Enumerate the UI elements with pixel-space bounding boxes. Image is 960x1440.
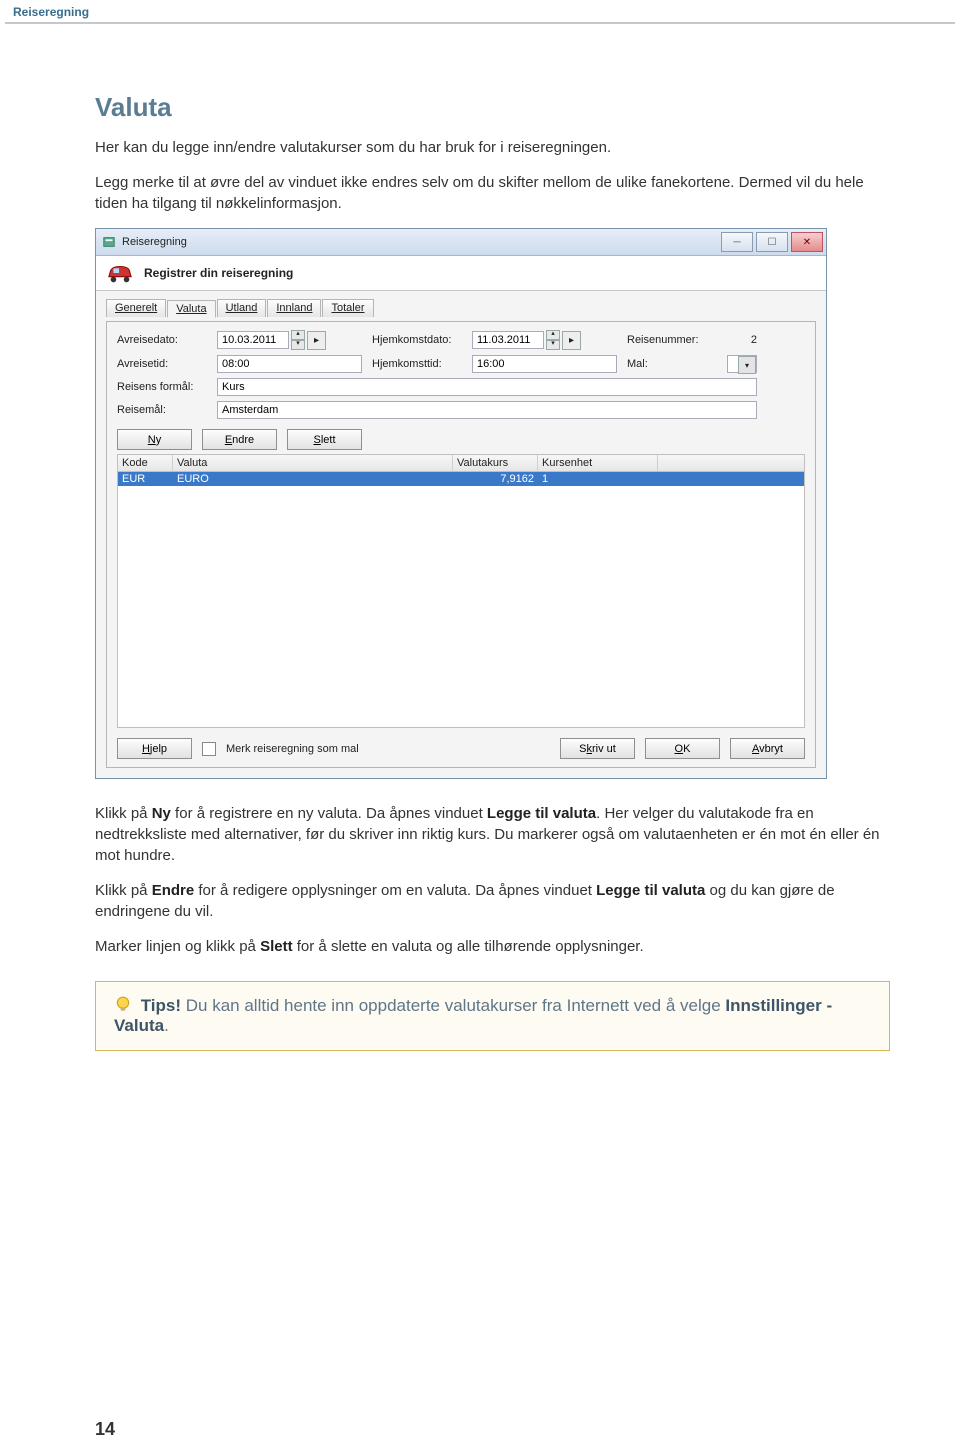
window-title: Reiseregning bbox=[122, 236, 721, 248]
close-button[interactable]: ✕ bbox=[791, 232, 823, 252]
paragraph-ny: Klikk på Ny for å registrere en ny valut… bbox=[95, 803, 890, 866]
avreisetid-label: Avreisetid: bbox=[117, 358, 207, 370]
date-spinner[interactable]: ▴▾ bbox=[291, 330, 305, 350]
mal-checkbox-label[interactable]: Merk reiseregning som mal bbox=[226, 743, 359, 755]
calendar-icon[interactable]: ▸ bbox=[562, 331, 581, 350]
cell-enhet: 1 bbox=[538, 472, 658, 486]
tip-text: Du kan alltid hente inn oppdaterte valut… bbox=[181, 996, 725, 1015]
window-header-title: Registrer din reiseregning bbox=[144, 266, 293, 280]
ny-button[interactable]: Ny bbox=[117, 429, 192, 450]
tip-label: Tips! bbox=[141, 996, 181, 1015]
page-number: 14 bbox=[95, 1419, 115, 1440]
reisemal-input[interactable] bbox=[217, 401, 757, 419]
reisemal-label: Reisemål: bbox=[117, 404, 207, 416]
col-valutakurs[interactable]: Valutakurs bbox=[453, 455, 538, 471]
tab-utland[interactable]: Utland bbox=[217, 299, 267, 317]
lightbulb-icon bbox=[114, 996, 132, 1014]
grid-row[interactable]: EUR EURO 7,9162 1 bbox=[118, 472, 804, 486]
formal-label: Reisens formål: bbox=[117, 381, 207, 393]
hjemkomstdato-label: Hjemkomstdato: bbox=[372, 334, 462, 346]
window-header: Registrer din reiseregning bbox=[96, 256, 826, 291]
hjemkomstdato-input[interactable] bbox=[472, 331, 544, 349]
tab-generelt[interactable]: Generelt bbox=[106, 299, 166, 317]
hjemkomsttid-input[interactable] bbox=[472, 355, 617, 373]
formal-input[interactable] bbox=[217, 378, 757, 396]
intro-paragraph-1: Her kan du legge inn/endre valutakurser … bbox=[95, 137, 890, 158]
col-valuta[interactable]: Valuta bbox=[173, 455, 453, 471]
ok-button[interactable]: OK bbox=[645, 738, 720, 759]
tab-innland[interactable]: Innland bbox=[267, 299, 321, 317]
tab-panel: Avreisedato: ▴▾ ▸ Hjemkomstdato: ▴▾ ▸ Re… bbox=[106, 321, 816, 768]
slett-button[interactable]: Slett bbox=[287, 429, 362, 450]
app-icon bbox=[102, 235, 116, 249]
app-window: Reiseregning ─ ☐ ✕ Registrer din reisere… bbox=[95, 228, 827, 779]
avbryt-button[interactable]: Avbryt bbox=[730, 738, 805, 759]
tab-totaler[interactable]: Totaler bbox=[322, 299, 373, 317]
hjelp-button[interactable]: Hjelp bbox=[117, 738, 192, 759]
tab-strip: Generelt Valuta Utland Innland Totaler bbox=[106, 299, 816, 317]
cell-kurs: 7,9162 bbox=[453, 472, 538, 486]
calendar-icon[interactable]: ▸ bbox=[307, 331, 326, 350]
car-icon bbox=[106, 262, 134, 284]
skriv-ut-button[interactable]: Skriv ut bbox=[560, 738, 635, 759]
paragraph-slett: Marker linjen og klikk på Slett for å sl… bbox=[95, 936, 890, 957]
cell-valuta: EURO bbox=[173, 472, 453, 486]
hjemkomsttid-label: Hjemkomsttid: bbox=[372, 358, 462, 370]
date-spinner[interactable]: ▴▾ bbox=[546, 330, 560, 350]
col-kode[interactable]: Kode bbox=[118, 455, 173, 471]
avreisetid-input[interactable] bbox=[217, 355, 362, 373]
grid-body[interactable]: EUR EURO 7,9162 1 bbox=[117, 471, 805, 728]
mal-label: Mal: bbox=[627, 358, 717, 370]
maximize-button[interactable]: ☐ bbox=[756, 232, 788, 252]
section-title: Valuta bbox=[95, 92, 890, 123]
window-titlebar: Reiseregning ─ ☐ ✕ bbox=[96, 229, 826, 256]
intro-paragraph-2: Legg merke til at øvre del av vinduet ik… bbox=[95, 172, 890, 214]
doc-header-title: Reiseregning bbox=[13, 5, 89, 19]
paragraph-endre: Klikk på Endre for å redigere opplysning… bbox=[95, 880, 890, 922]
tab-valuta[interactable]: Valuta bbox=[167, 300, 215, 318]
mal-checkbox[interactable] bbox=[202, 742, 216, 756]
reisenummer-value: 2 bbox=[727, 334, 757, 346]
chevron-down-icon[interactable]: ▾ bbox=[738, 356, 756, 374]
avreisedato-label: Avreisedato: bbox=[117, 334, 207, 346]
grid-header-row: Kode Valuta Valutakurs Kursenhet bbox=[117, 454, 805, 471]
avreisedato-input[interactable] bbox=[217, 331, 289, 349]
cell-kode: EUR bbox=[118, 472, 173, 486]
endre-button[interactable]: Endre bbox=[202, 429, 277, 450]
document-header: Reiseregning bbox=[5, 0, 955, 24]
col-kursenhet[interactable]: Kursenhet bbox=[538, 455, 658, 471]
reisenummer-label: Reisenummer: bbox=[627, 334, 717, 346]
tip-box: Tips! Du kan alltid hente inn oppdaterte… bbox=[95, 981, 890, 1051]
minimize-button[interactable]: ─ bbox=[721, 232, 753, 252]
